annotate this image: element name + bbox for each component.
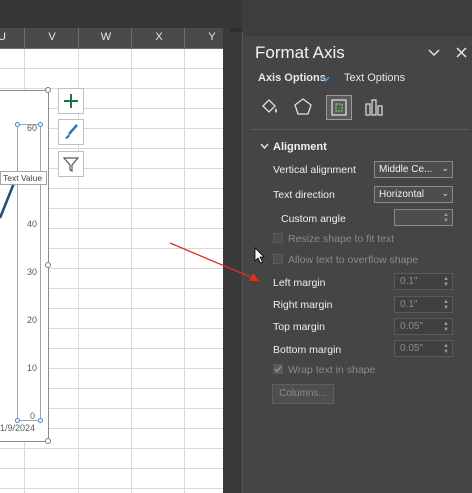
- bottom-margin-label: Bottom margin: [273, 344, 342, 356]
- axis-tick-label: 40: [27, 219, 38, 229]
- chart-filters-button[interactable]: [58, 151, 84, 177]
- vertical-alignment-label: Vertical alignment: [273, 164, 356, 176]
- columns-button[interactable]: Columns...: [272, 384, 334, 404]
- allow-overflow-label: Allow text to overflow shape: [288, 254, 419, 266]
- custom-angle-label: Custom angle: [281, 213, 346, 225]
- column-header-w[interactable]: W: [79, 31, 133, 43]
- chevron-down-icon[interactable]: [260, 143, 269, 150]
- text-direction-value: Horizontal: [379, 189, 425, 200]
- right-margin-input[interactable]: 0.1" ▲ ▼: [394, 296, 453, 313]
- filter-icon: [62, 157, 80, 172]
- top-margin-label: Top margin: [273, 321, 325, 333]
- axis-tick-label: 60: [27, 123, 38, 133]
- axis-tick-label: 20: [27, 315, 38, 325]
- chevron-down-icon: ⌄: [441, 188, 449, 198]
- bottom-margin-value: 0.05": [400, 343, 424, 354]
- axis-handle[interactable]: [38, 122, 43, 127]
- size-properties-icon: [331, 99, 347, 116]
- close-icon[interactable]: [456, 47, 467, 58]
- axis-tick-label: 30: [27, 267, 38, 277]
- paintbrush-icon: [65, 124, 78, 139]
- chart-styles-button[interactable]: [58, 119, 84, 145]
- wrap-text-label: Wrap text in shape: [288, 364, 376, 376]
- allow-overflow-checkbox[interactable]: [273, 254, 283, 264]
- bottom-margin-input[interactable]: 0.05" ▲ ▼: [394, 340, 453, 357]
- custom-angle-input[interactable]: ▲ ▼: [394, 209, 453, 226]
- left-margin-input[interactable]: 0.1" ▲ ▼: [394, 273, 453, 290]
- axis-handle[interactable]: [15, 418, 20, 423]
- resize-shape-checkbox[interactable]: [273, 233, 283, 243]
- spin-down-icon[interactable]: ▼: [443, 282, 449, 288]
- pane-border-top: [230, 0, 242, 28]
- section-alignment[interactable]: Alignment: [273, 141, 327, 153]
- right-margin-label: Right margin: [273, 299, 333, 311]
- chart-elements-button[interactable]: [58, 88, 84, 114]
- top-margin-input[interactable]: 0.05" ▲ ▼: [394, 318, 453, 335]
- chevron-down-icon[interactable]: [321, 76, 330, 82]
- plus-icon: [64, 94, 78, 108]
- date-axis-label: 1/9/2024: [0, 423, 36, 433]
- axis-handle[interactable]: [15, 122, 20, 127]
- right-margin-value: 0.1": [400, 299, 418, 310]
- left-margin-label: Left margin: [273, 277, 326, 289]
- tab-axis-options[interactable]: Axis Options: [258, 72, 326, 84]
- fill-line-icon[interactable]: [259, 97, 281, 117]
- checkmark-icon: [274, 366, 282, 373]
- resize-shape-label: Resize shape to fit text: [288, 233, 395, 245]
- resize-handle[interactable]: [45, 87, 51, 93]
- top-margin-value: 0.05": [400, 321, 424, 332]
- text-direction-label: Text direction: [273, 189, 335, 201]
- pentagon-effects-icon[interactable]: [292, 97, 314, 117]
- chevron-down-icon: ⌄: [441, 163, 449, 173]
- axis-tick-label: 0: [30, 411, 36, 421]
- pane-title: Format Axis: [255, 43, 345, 62]
- column-header-x[interactable]: X: [132, 31, 186, 43]
- left-margin-value: 0.1": [400, 276, 418, 287]
- spin-down-icon[interactable]: ▼: [443, 218, 449, 224]
- divider: [250, 129, 470, 130]
- vertical-alignment-value: Middle Ce...: [379, 164, 433, 175]
- resize-handle[interactable]: [45, 262, 51, 268]
- resize-handle[interactable]: [45, 438, 51, 444]
- spin-down-icon[interactable]: ▼: [443, 305, 449, 311]
- ribbon-edge: [0, 0, 230, 28]
- spin-down-icon[interactable]: ▼: [443, 327, 449, 333]
- chevron-down-icon[interactable]: [428, 49, 440, 57]
- axis-tick-label: 10: [27, 363, 38, 373]
- axis-handle[interactable]: [38, 418, 43, 423]
- text-direction-dropdown[interactable]: Horizontal ⌄: [374, 186, 453, 203]
- column-header-row: U V W X Y: [0, 28, 226, 49]
- axis-options-chart-icon[interactable]: [364, 98, 384, 116]
- tab-text-options[interactable]: Text Options: [344, 72, 405, 84]
- spin-down-icon[interactable]: ▼: [443, 349, 449, 355]
- vertical-alignment-dropdown[interactable]: Middle Ce... ⌄: [374, 161, 453, 178]
- mouse-cursor-icon: [254, 247, 265, 264]
- chart-title-text: Text Value: [3, 173, 43, 183]
- column-header-v[interactable]: V: [25, 31, 79, 43]
- wrap-text-checkbox[interactable]: [273, 364, 283, 374]
- annotation-arrow-icon: [169, 242, 259, 281]
